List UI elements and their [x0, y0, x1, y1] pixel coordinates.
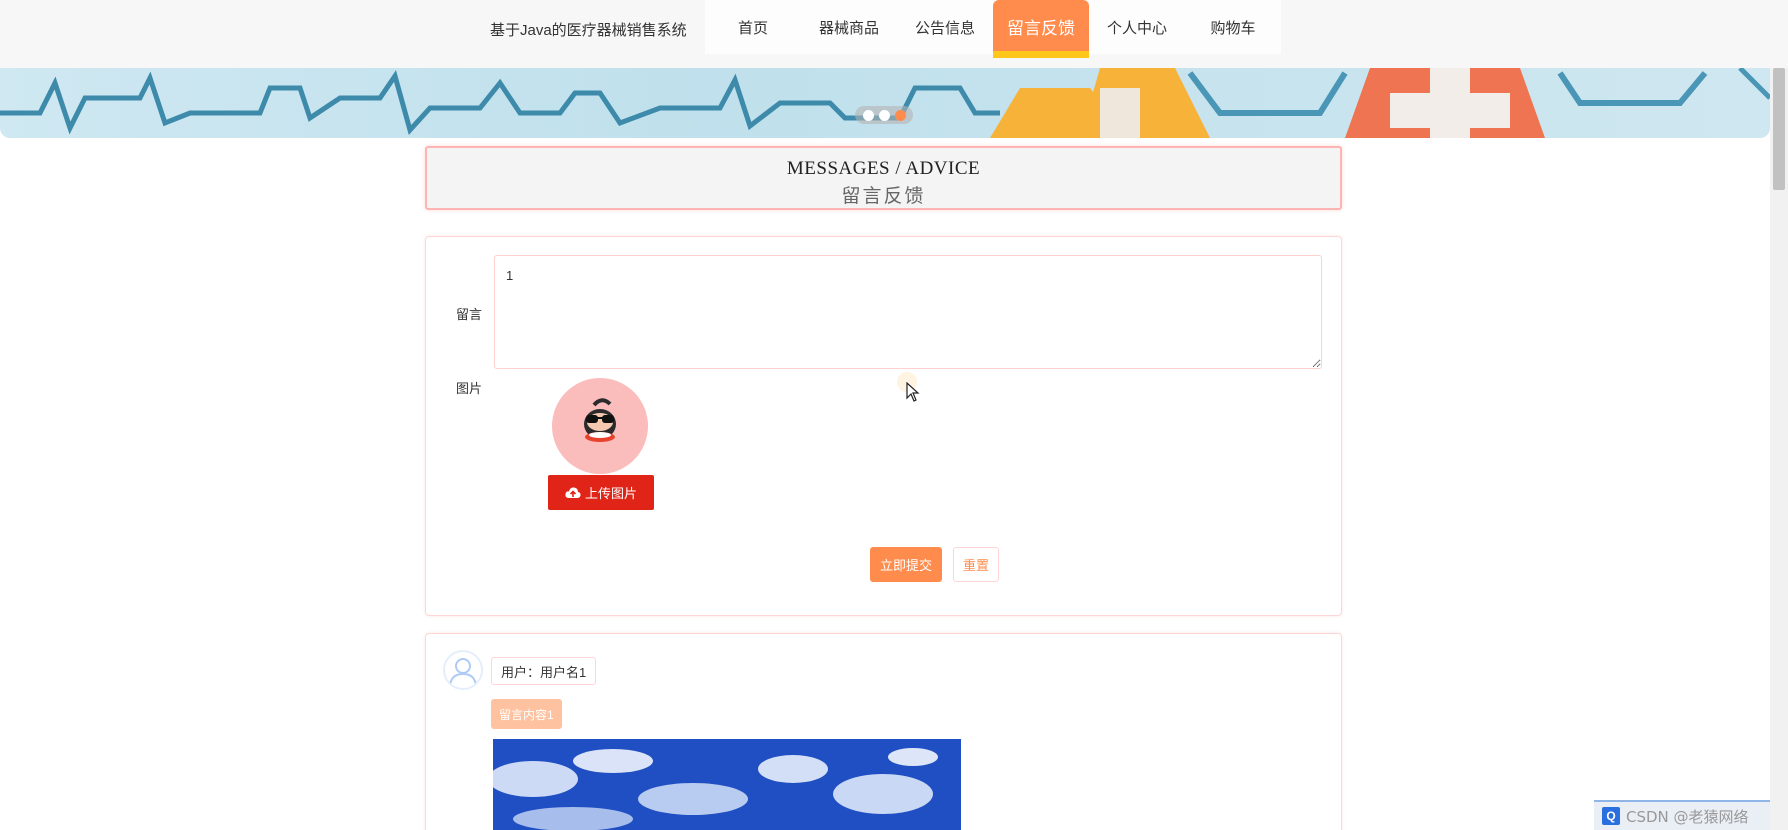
submit-button[interactable]: 立即提交	[870, 547, 942, 582]
page-scrollbar[interactable]	[1770, 68, 1788, 830]
csdn-watermark: Q CSDN @老猿网络	[1594, 800, 1770, 830]
mouse-cursor-icon	[906, 382, 920, 402]
carousel-dot-1[interactable]	[862, 109, 874, 121]
watermark-text: CSDN @老猿网络	[1626, 807, 1749, 826]
scrollbar-thumb[interactable]	[1773, 68, 1785, 190]
nav-profile[interactable]: 个人中心	[1089, 0, 1185, 54]
user-avatar-icon	[449, 658, 477, 687]
comment-image	[493, 739, 961, 830]
upload-image-label: 上传图片	[584, 486, 637, 501]
section-title-en: MESSAGES / ADVICE	[786, 158, 981, 179]
section-header: MESSAGES / ADVICE 留言反馈	[425, 146, 1342, 210]
monkey-avatar-icon	[584, 398, 616, 442]
nav-announcements[interactable]: 公告信息	[897, 0, 993, 54]
watermark-q-icon: Q	[1602, 807, 1620, 825]
banner-image	[0, 68, 1770, 138]
section-title-cn: 留言反馈	[841, 186, 926, 207]
nav-cart[interactable]: 购物车	[1185, 0, 1281, 54]
reset-button[interactable]: 重置	[953, 547, 999, 582]
comment-user-avatar	[443, 650, 483, 690]
cloud-upload-icon	[565, 486, 581, 498]
carousel-dot-2[interactable]	[878, 109, 890, 121]
site-title: 基于Java的医疗器械销售系统	[490, 22, 687, 39]
nav-home[interactable]: 首页	[705, 0, 801, 54]
uploaded-image-preview	[552, 378, 648, 474]
comment-user-name: 用户：用户名1	[491, 657, 597, 685]
page: 基于Java的医疗器械销售系统 首页 器械商品 公告信息 留言反馈 个人中心 购…	[0, 0, 1788, 830]
carousel-dot-3[interactable]	[894, 109, 906, 121]
carousel-indicators	[855, 106, 913, 124]
image-label: 图片	[456, 381, 483, 396]
message-textarea[interactable]: 1	[494, 255, 1322, 369]
nav-feedback[interactable]: 留言反馈	[993, 0, 1089, 58]
main-nav: 首页 器械商品 公告信息 留言反馈 个人中心 购物车	[705, 0, 1281, 58]
banner-carousel[interactable]	[0, 68, 1770, 138]
comment-content: 留言内容1	[491, 699, 562, 729]
message-label: 留言	[456, 307, 483, 322]
sky-clouds-image	[493, 739, 961, 830]
top-navbar: 基于Java的医疗器械销售系统 首页 器械商品 公告信息 留言反馈 个人中心 购…	[0, 0, 1788, 68]
nav-products[interactable]: 器械商品	[801, 0, 897, 54]
upload-image-button[interactable]: 上传图片	[548, 475, 654, 510]
